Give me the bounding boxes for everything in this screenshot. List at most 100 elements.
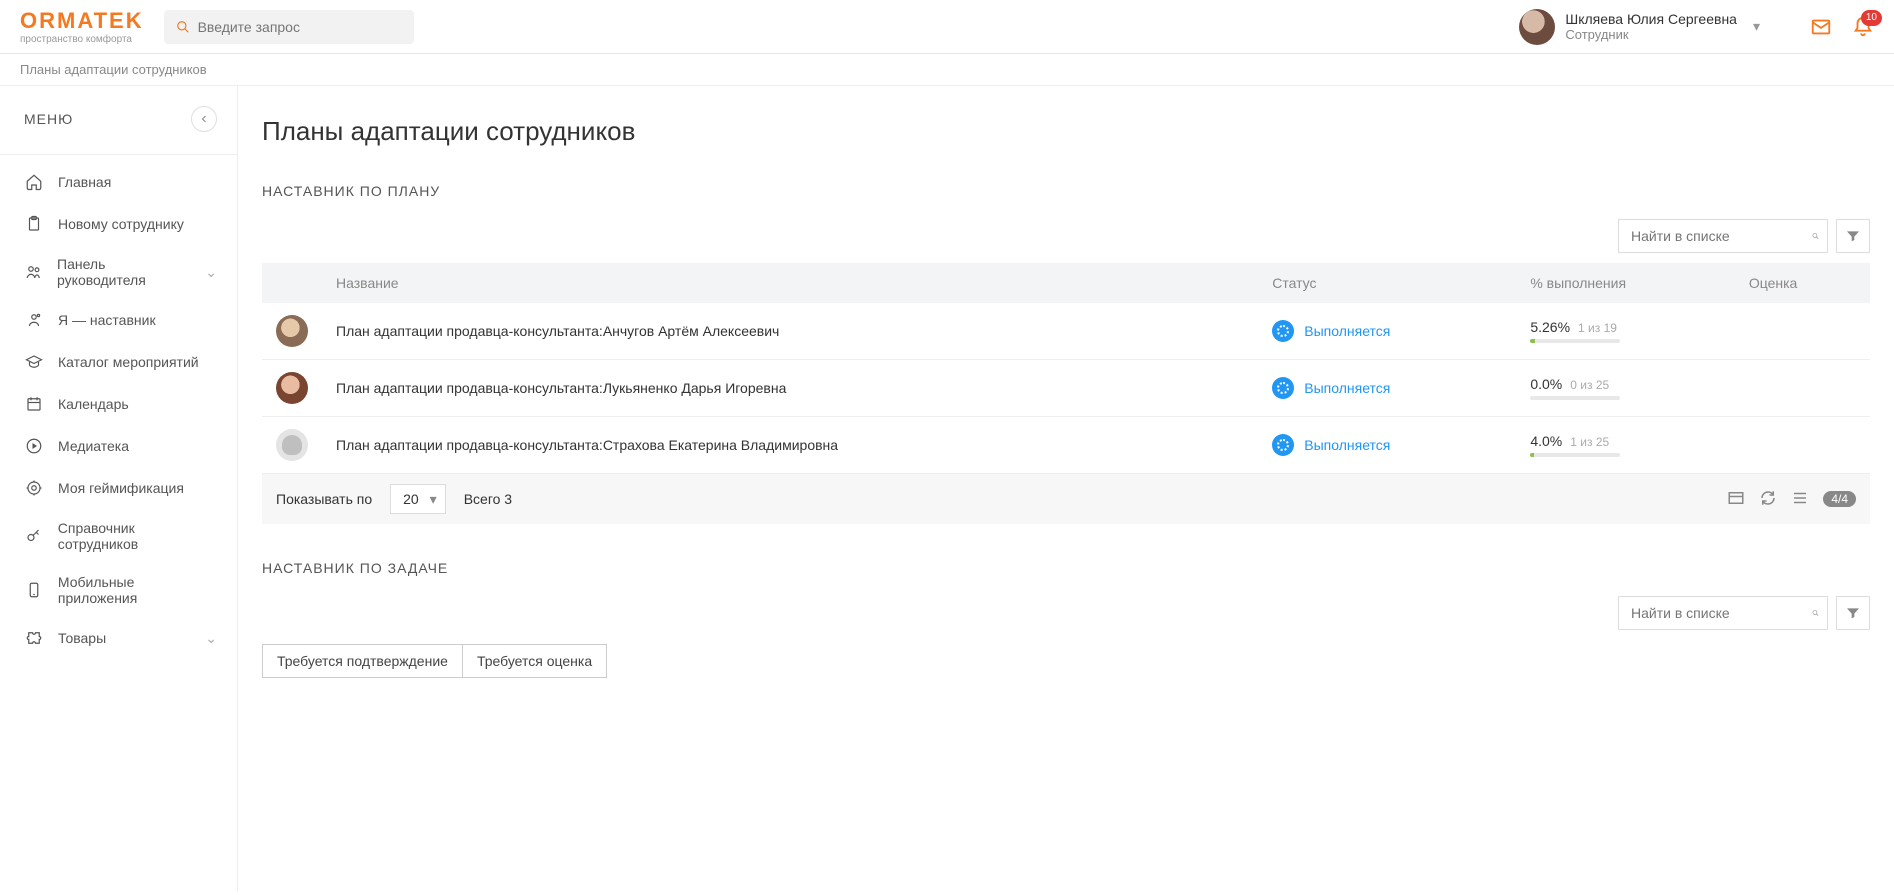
status-dot-icon <box>1272 434 1294 456</box>
sidebar-header: МЕНЮ <box>0 86 237 150</box>
refresh-button[interactable] <box>1759 489 1777 510</box>
columns-pill[interactable]: 4/4 <box>1823 491 1856 507</box>
plan-title: План адаптации продавца-консультанта:Анч… <box>322 303 1258 360</box>
progress-bar <box>1530 339 1620 343</box>
main-content: Планы адаптации сотрудников НАСТАВНИК ПО… <box>238 86 1894 891</box>
status-dot-icon <box>1272 377 1294 399</box>
refresh-icon <box>1759 489 1777 507</box>
card-icon <box>1727 489 1745 507</box>
status-cell: Выполняется <box>1272 320 1502 342</box>
col-avatar-header <box>262 263 322 303</box>
completion-cell: 0.0%0 из 25 <box>1530 376 1721 400</box>
sidebar-item-1[interactable]: Новому сотруднику <box>0 203 237 245</box>
sidebar-item-label: Медиатека <box>58 438 129 454</box>
sidebar-item-label: Календарь <box>58 396 129 412</box>
chevron-left-icon <box>198 113 210 125</box>
list-search-input[interactable] <box>1631 228 1812 244</box>
user-name: Шкляева Юлия Сергеевна <box>1565 11 1737 27</box>
sidebar-item-label: Я — наставник <box>58 312 156 328</box>
sidebar-item-label: Товары <box>58 630 106 646</box>
grade-cell <box>1735 417 1870 474</box>
cap-icon <box>24 352 44 372</box>
mail-icon <box>1810 16 1832 38</box>
status-text: Выполняется <box>1304 323 1390 339</box>
completion-pct: 4.0% <box>1530 433 1562 449</box>
sidebar-item-label: Панель руководителя <box>57 256 191 288</box>
grade-cell <box>1735 303 1870 360</box>
top-header: ORMATEK пространство комфорта Шкляева Юл… <box>0 0 1894 54</box>
logo-block[interactable]: ORMATEK пространство комфорта <box>20 8 144 45</box>
sidebar-item-label: Главная <box>58 174 111 190</box>
list-search-wrap[interactable] <box>1618 596 1828 630</box>
status-text: Выполняется <box>1304 437 1390 453</box>
user-menu[interactable]: Шкляева Юлия Сергеевна Сотрудник ▾ <box>1519 9 1760 45</box>
list-view-button[interactable] <box>1791 489 1809 510</box>
sidebar-item-9[interactable]: Мобильные приложения <box>0 563 237 617</box>
user-avatar <box>1519 9 1555 45</box>
table-row[interactable]: План адаптации продавца-консультанта:Анч… <box>262 303 1870 360</box>
table-row[interactable]: План адаптации продавца-консультанта:Лук… <box>262 360 1870 417</box>
global-search-input[interactable] <box>198 19 402 35</box>
chevron-down-icon: ⌄ <box>205 630 217 647</box>
filter-icon <box>1845 228 1861 244</box>
col-name-header[interactable]: Название <box>322 263 1258 303</box>
home-icon <box>24 172 44 192</box>
search-icon <box>1812 605 1819 621</box>
list-search-input[interactable] <box>1631 605 1812 621</box>
filter-button[interactable] <box>1836 596 1870 630</box>
page-title: Планы адаптации сотрудников <box>262 116 1870 147</box>
col-status-header[interactable]: Статус <box>1258 263 1516 303</box>
chevron-down-icon: ⌄ <box>205 264 217 281</box>
status-cell: Выполняется <box>1272 377 1502 399</box>
card-view-button[interactable] <box>1727 489 1745 510</box>
search-icon <box>176 20 190 34</box>
per-page-select[interactable]: 20 <box>390 484 446 514</box>
sidebar-title: МЕНЮ <box>24 111 73 127</box>
divider <box>0 154 237 155</box>
col-grade-header[interactable]: Оценка <box>1735 263 1870 303</box>
grade-cell <box>1735 360 1870 417</box>
clipboard-icon <box>24 214 44 234</box>
sidebar-item-label: Мобильные приложения <box>58 574 217 606</box>
phone-icon <box>24 580 44 600</box>
sidebar-item-4[interactable]: Каталог мероприятий <box>0 341 237 383</box>
sidebar-item-label: Новому сотруднику <box>58 216 184 232</box>
table-row[interactable]: План адаптации продавца-консультанта:Стр… <box>262 417 1870 474</box>
tab-needs-confirmation[interactable]: Требуется подтверждение <box>263 645 463 677</box>
calendar-icon <box>24 394 44 414</box>
sidebar-item-8[interactable]: Справочник сотрудников <box>0 509 237 563</box>
logo-subtext: пространство комфорта <box>20 34 144 45</box>
list-search-wrap[interactable] <box>1618 219 1828 253</box>
sidebar-item-7[interactable]: Моя геймификация <box>0 467 237 509</box>
logo-text: ORMATEK <box>20 8 144 34</box>
section1-title: НАСТАВНИК ПО ПЛАНУ <box>262 183 1870 199</box>
chevron-down-icon: ▾ <box>1753 18 1760 35</box>
plan-title: План адаптации продавца-консультанта:Стр… <box>322 417 1258 474</box>
tab-needs-grade[interactable]: Требуется оценка <box>463 645 606 677</box>
global-search-wrap[interactable] <box>164 10 414 44</box>
completion-cell: 4.0%1 из 25 <box>1530 433 1721 457</box>
sidebar-item-6[interactable]: Медиатека <box>0 425 237 467</box>
people-icon <box>24 262 43 282</box>
sidebar-item-3[interactable]: Я — наставник <box>0 299 237 341</box>
total-label: Всего 3 <box>464 491 512 507</box>
sidebar-item-5[interactable]: Календарь <box>0 383 237 425</box>
filter-button[interactable] <box>1836 219 1870 253</box>
sidebar-collapse-button[interactable] <box>191 106 217 132</box>
completion-sub: 0 из 25 <box>1570 378 1609 392</box>
breadcrumb[interactable]: Планы адаптации сотрудников <box>0 54 1894 86</box>
status-text: Выполняется <box>1304 380 1390 396</box>
sidebar-item-0[interactable]: Главная <box>0 161 237 203</box>
completion-cell: 5.26%1 из 19 <box>1530 319 1721 343</box>
plans-table: Название Статус % выполнения Оценка План… <box>262 263 1870 474</box>
notifications-button[interactable]: 10 <box>1852 16 1874 38</box>
sidebar-item-10[interactable]: Товары ⌄ <box>0 617 237 659</box>
row-avatar <box>276 315 308 347</box>
plan-title: План адаптации продавца-консультанта:Лук… <box>322 360 1258 417</box>
section1-toolbar <box>262 219 1870 253</box>
pager: Показывать по 20 Всего 3 4/4 <box>262 474 1870 524</box>
mail-button[interactable] <box>1810 16 1832 38</box>
progress-bar <box>1530 453 1620 457</box>
col-completion-header[interactable]: % выполнения <box>1516 263 1735 303</box>
sidebar-item-2[interactable]: Панель руководителя ⌄ <box>0 245 237 299</box>
